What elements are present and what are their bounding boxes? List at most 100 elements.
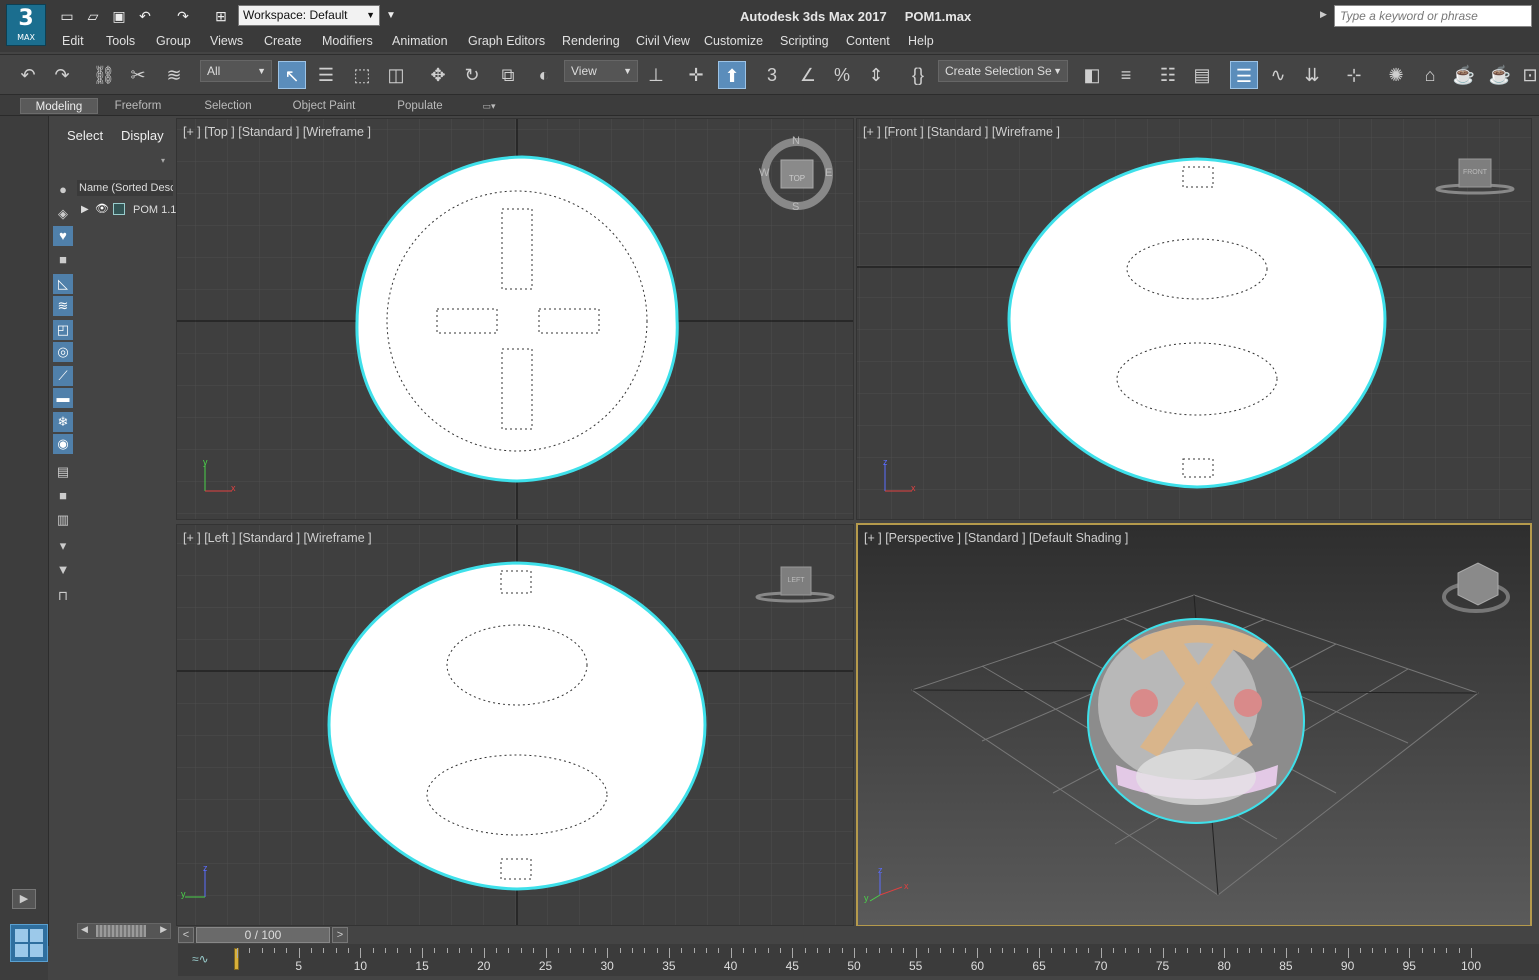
rectangular-selection-icon[interactable]: ⬚ bbox=[348, 61, 376, 89]
reference-coordinate-dropdown[interactable]: View ▼ bbox=[564, 60, 638, 82]
menu-tools[interactable]: Tools bbox=[106, 34, 135, 48]
container-icon[interactable]: ⊓ bbox=[53, 586, 73, 606]
filter-settings-icon[interactable]: ▾ bbox=[53, 536, 73, 556]
toggle-ribbon-icon[interactable]: ▤ bbox=[1188, 61, 1216, 89]
viewport-front-label[interactable]: [+ ] [Front ] [Standard ] [Wireframe ] bbox=[863, 125, 1060, 139]
edit-named-selection-icon[interactable]: {} bbox=[904, 61, 932, 89]
rendered-frame-window-icon[interactable]: ☕ bbox=[1450, 61, 1478, 89]
groups-filter-icon[interactable]: ◰ bbox=[53, 320, 73, 340]
snaps-toggle-icon[interactable]: 3 bbox=[758, 61, 786, 89]
viewport-left[interactable]: [+ ] [Left ] [Standard ] [Wireframe ] LE… bbox=[176, 524, 854, 926]
wireframe-sphere[interactable] bbox=[1007, 157, 1387, 489]
cameras-filter-icon[interactable]: ■ bbox=[53, 250, 73, 270]
shapes-filter-icon[interactable]: ◈ bbox=[53, 204, 73, 224]
menu-animation[interactable]: Animation bbox=[392, 34, 448, 48]
tab-selection[interactable]: Selection bbox=[196, 98, 260, 114]
select-object-icon[interactable]: ↖ bbox=[278, 61, 306, 89]
schematic-view-icon[interactable]: ⊹ bbox=[1340, 61, 1368, 89]
hidden-filter-icon[interactable]: ◉ bbox=[53, 434, 73, 454]
explorer-tab-select[interactable]: Select bbox=[67, 128, 103, 143]
menu-content[interactable]: Content bbox=[846, 34, 890, 48]
menu-create[interactable]: Create bbox=[264, 34, 302, 48]
menu-rendering[interactable]: Rendering bbox=[562, 34, 620, 48]
select-manipulate-icon[interactable]: ✛ bbox=[682, 61, 710, 89]
next-frame-button[interactable]: > bbox=[332, 927, 348, 943]
menu-civil-view[interactable]: Civil View bbox=[636, 34, 690, 48]
curve-editor-icon[interactable]: ∿ bbox=[1264, 61, 1292, 89]
chevron-down-icon[interactable]: ▾ bbox=[161, 156, 165, 165]
viewport-perspective-label[interactable]: [+ ] [Perspective ] [Standard ] [Default… bbox=[864, 531, 1128, 545]
open-file-icon[interactable]: ▱ bbox=[84, 7, 102, 25]
ribbon-options-icon[interactable]: ▭▾ bbox=[474, 98, 504, 114]
viewport-perspective[interactable]: [+ ] [Perspective ] [Standard ] [Default… bbox=[856, 523, 1532, 927]
save-icon[interactable]: ▣ bbox=[110, 7, 128, 25]
keyboard-shortcut-override-icon[interactable]: ⬆ bbox=[718, 61, 746, 89]
search-input[interactable]: Type a keyword or phrase bbox=[1334, 5, 1532, 27]
viewport-top-label[interactable]: [+ ] [Top ] [Standard ] [Wireframe ] bbox=[183, 125, 371, 139]
menu-help[interactable]: Help bbox=[908, 34, 934, 48]
list-item[interactable]: ▶ 👁 POM 1.1 bbox=[77, 202, 176, 220]
space-warps-filter-icon[interactable]: ≋ bbox=[53, 296, 73, 316]
angle-snap-icon[interactable]: ∠ bbox=[794, 61, 822, 89]
bind-space-warp-icon[interactable]: ≋ bbox=[160, 61, 188, 89]
window-crossing-icon[interactable]: ◫ bbox=[382, 61, 410, 89]
scrollbar-thumb[interactable] bbox=[96, 925, 146, 937]
xrefs-filter-icon[interactable]: ◎ bbox=[53, 342, 73, 362]
move-icon[interactable]: ✥ bbox=[424, 61, 452, 89]
customize-quick-access-icon[interactable]: ▼ bbox=[382, 7, 400, 25]
containers-filter-icon[interactable]: ▬ bbox=[53, 388, 73, 408]
invert-display-icon[interactable]: ▥ bbox=[53, 510, 73, 530]
scroll-left-icon[interactable]: ◀ bbox=[81, 924, 88, 935]
explorer-column-header[interactable]: Name (Sorted Desc bbox=[77, 180, 173, 196]
maximize-viewport-toggle[interactable] bbox=[10, 924, 48, 962]
viewport-left-label[interactable]: [+ ] [Left ] [Standard ] [Wireframe ] bbox=[183, 531, 372, 545]
menu-scripting[interactable]: Scripting bbox=[780, 34, 829, 48]
viewport-front[interactable]: [+ ] [Front ] [Standard ] [Wireframe ] F… bbox=[856, 118, 1532, 520]
align-icon[interactable]: ≡ bbox=[1112, 61, 1140, 89]
place-icon[interactable]: ◐ bbox=[530, 61, 558, 89]
time-slider-thumb[interactable]: 0 / 100 bbox=[196, 927, 330, 943]
app-menu-button[interactable]: 3 MAX bbox=[6, 4, 46, 46]
previous-frame-button[interactable]: < bbox=[178, 927, 194, 943]
scene-explorer-icon[interactable]: ☰ bbox=[1230, 61, 1258, 89]
undo-icon[interactable]: ↶ bbox=[136, 7, 154, 25]
named-selection-set-dropdown[interactable]: Create Selection Se ▼ bbox=[938, 60, 1068, 82]
time-slider[interactable]: < 0 / 100 > bbox=[178, 926, 1539, 944]
helpers-filter-icon[interactable]: ◺ bbox=[53, 274, 73, 294]
tab-object-paint[interactable]: Object Paint bbox=[286, 98, 362, 114]
menu-customize[interactable]: Customize bbox=[704, 34, 763, 48]
tab-populate[interactable]: Populate bbox=[390, 98, 450, 114]
layer-explorer-icon[interactable]: ☷ bbox=[1154, 61, 1182, 89]
wireframe-sphere[interactable] bbox=[355, 155, 679, 483]
menu-edit[interactable]: Edit bbox=[62, 34, 84, 48]
display-all-icon[interactable]: ▤ bbox=[53, 462, 73, 482]
render-setup-icon[interactable]: ⌂ bbox=[1416, 61, 1444, 89]
expand-arrow-icon[interactable]: ▶ bbox=[81, 204, 89, 215]
undo-icon[interactable]: ↶ bbox=[14, 61, 42, 89]
menu-modifiers[interactable]: Modifiers bbox=[322, 34, 373, 48]
pivot-center-icon[interactable]: ⊥ bbox=[642, 61, 670, 89]
spinner-snap-icon[interactable]: ⇕ bbox=[862, 61, 890, 89]
expand-panel-button[interactable]: ▶ bbox=[12, 889, 36, 909]
redo-icon[interactable]: ↷ bbox=[174, 7, 192, 25]
viewcube[interactable] bbox=[1442, 562, 1510, 613]
link-icon[interactable]: ⛓ bbox=[90, 61, 118, 89]
select-by-name-icon[interactable]: ☰ bbox=[312, 61, 340, 89]
scroll-right-icon[interactable]: ▶ bbox=[160, 924, 167, 935]
geometry-filter-icon[interactable]: ● bbox=[53, 180, 73, 200]
display-none-icon[interactable]: ■ bbox=[53, 486, 73, 506]
material-editor-icon[interactable]: ✺ bbox=[1382, 61, 1410, 89]
render-production-icon[interactable]: ☕ bbox=[1486, 61, 1514, 89]
rotate-icon[interactable]: ↻ bbox=[458, 61, 486, 89]
filter-icon[interactable]: ▼ bbox=[53, 560, 73, 580]
workspace-dropdown[interactable]: Workspace: Default ▼ bbox=[238, 5, 380, 26]
menu-group[interactable]: Group bbox=[156, 34, 191, 48]
selection-filter-dropdown[interactable]: All ▼ bbox=[200, 60, 272, 82]
new-file-icon[interactable]: ▭ bbox=[58, 7, 76, 25]
redo-icon[interactable]: ↷ bbox=[48, 61, 76, 89]
mini-curve-editor-icon[interactable]: ≈∿ bbox=[192, 952, 209, 966]
menu-views[interactable]: Views bbox=[210, 34, 243, 48]
explorer-horizontal-scrollbar[interactable]: ◀ ▶ bbox=[77, 923, 171, 939]
dope-sheet-icon[interactable]: ⇊ bbox=[1298, 61, 1326, 89]
bones-filter-icon[interactable]: ⟋ bbox=[53, 366, 73, 386]
